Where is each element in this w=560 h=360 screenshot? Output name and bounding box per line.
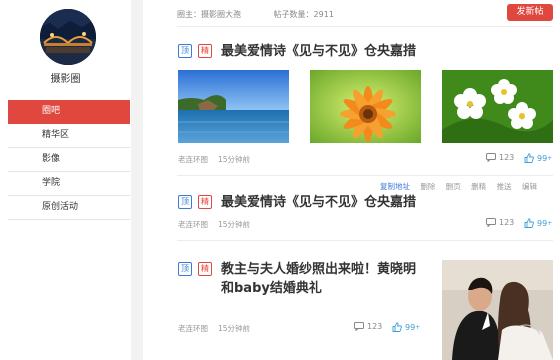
comment-count-value: 123 [499, 153, 515, 162]
essence-badge: 精 [198, 44, 212, 58]
sidebar-item-label: 学院 [42, 178, 61, 188]
post-meta: 老连环图 15分钟前 [178, 323, 250, 334]
top-badge: 顶 [178, 195, 192, 209]
post-image-flower[interactable] [310, 70, 421, 143]
comment-count[interactable]: 123 [486, 153, 514, 162]
comment-icon [486, 218, 496, 227]
copy-address-action[interactable]: 复制地址 [380, 182, 410, 191]
comment-count[interactable]: 123 [354, 322, 382, 331]
sidebar-item-label: 圈吧 [42, 106, 61, 116]
post-meta: 老连环图 15分钟前 [178, 154, 250, 165]
delete-action[interactable]: 删除 [420, 182, 435, 191]
essence-badge: 精 [198, 195, 212, 209]
sidebar-item-quanba[interactable]: 圈吧 [8, 100, 130, 124]
sidebar-item-academy[interactable]: 学院 [8, 172, 130, 196]
post-time: 15分钟前 [218, 155, 251, 164]
push-action[interactable]: 推送 [497, 182, 512, 191]
sidebar-item-essence[interactable]: 精华区 [8, 124, 130, 148]
top-badge: 顶 [178, 262, 192, 276]
like-plus: + [547, 219, 553, 227]
remove-essence-action[interactable]: 删精 [471, 182, 486, 191]
post-time: 15分钟前 [218, 324, 251, 333]
post-image-wedding[interactable] [442, 260, 553, 360]
sidebar: 摄影圈 圈吧 精华区 影像 学院 原创活动 [0, 0, 131, 360]
post-count: 帖子数量：2911 [273, 10, 334, 19]
divider [177, 175, 553, 176]
like-count-value: 99 [537, 218, 548, 228]
post-title[interactable]: 最美爱情诗《见与不见》仓央嘉措 [221, 42, 416, 61]
like-count[interactable]: 99 + [392, 322, 420, 332]
sidebar-item-label: 原创活动 [42, 202, 79, 212]
post-title-line: 教主与夫人婚纱照出来啦！黄晓明 [221, 262, 417, 277]
post-title-row: 顶 精 教主与夫人婚纱照出来啦！黄晓明 和baby结婚典礼 [178, 260, 416, 298]
comment-count-value: 123 [367, 322, 383, 331]
post-author[interactable]: 老连环图 [178, 220, 208, 229]
thumb-up-icon [524, 153, 534, 163]
edit-action[interactable]: 编辑 [522, 182, 537, 191]
top-badge: 顶 [178, 44, 192, 58]
post-title[interactable]: 教主与夫人婚纱照出来啦！黄晓明 和baby结婚典礼 [221, 260, 416, 298]
forum-name: 摄影圈 [50, 74, 81, 85]
sidebar-nav: 圈吧 精华区 影像 学院 原创活动 [8, 100, 130, 220]
divider [177, 240, 553, 241]
sidebar-item-events[interactable]: 原创活动 [8, 196, 130, 220]
like-plus: + [547, 154, 553, 162]
post-title-row: 顶 精 最美爱情诗《见与不见》仓央嘉措 [178, 42, 416, 61]
forum-owner: 圈主：摄影圈大孢 [177, 10, 241, 19]
forum-stats: 圈主：摄影圈大孢 帖子数量：2911 [177, 9, 364, 20]
admin-actions: 复制地址 删除 删页 删精 推送 编辑 [380, 181, 545, 192]
post-author[interactable]: 老连环图 [178, 155, 208, 164]
publish-button[interactable]: 发新帖 [507, 4, 553, 21]
comment-count-value: 123 [499, 218, 515, 227]
post-title[interactable]: 最美爱情诗《见与不见》仓央嘉措 [221, 193, 416, 212]
like-count[interactable]: 99 + [524, 218, 552, 228]
like-count-value: 99 [405, 322, 416, 332]
delete-page-action[interactable]: 删页 [446, 182, 461, 191]
comment-icon [354, 322, 364, 331]
post-image-daisy[interactable] [442, 70, 553, 143]
post-meta: 老连环图 15分钟前 [178, 219, 250, 230]
post-list-panel: 圈主：摄影圈大孢 帖子数量：2911 发新帖 顶 精 最美爱情诗《见与不见》仓央… [143, 0, 560, 360]
sidebar-item-label: 精华区 [42, 130, 70, 140]
essence-badge: 精 [198, 262, 212, 276]
sidebar-item-label: 影像 [42, 154, 61, 164]
like-count[interactable]: 99 + [524, 153, 552, 163]
comment-count[interactable]: 123 [486, 218, 514, 227]
like-count-value: 99 [537, 153, 548, 163]
sidebar-item-images[interactable]: 影像 [8, 148, 130, 172]
thumb-up-icon [524, 218, 534, 228]
like-plus: + [415, 323, 421, 331]
post-title-row: 顶 精 最美爱情诗《见与不见》仓央嘉措 [178, 193, 416, 212]
comment-icon [486, 153, 496, 162]
thumb-up-icon [392, 322, 402, 332]
post-title-line: 和baby结婚典礼 [221, 281, 322, 296]
post-author[interactable]: 老连环图 [178, 324, 208, 333]
post-time: 15分钟前 [218, 220, 251, 229]
divider [177, 26, 553, 27]
forum-avatar[interactable] [40, 9, 96, 65]
post-image-sea[interactable] [178, 70, 289, 143]
